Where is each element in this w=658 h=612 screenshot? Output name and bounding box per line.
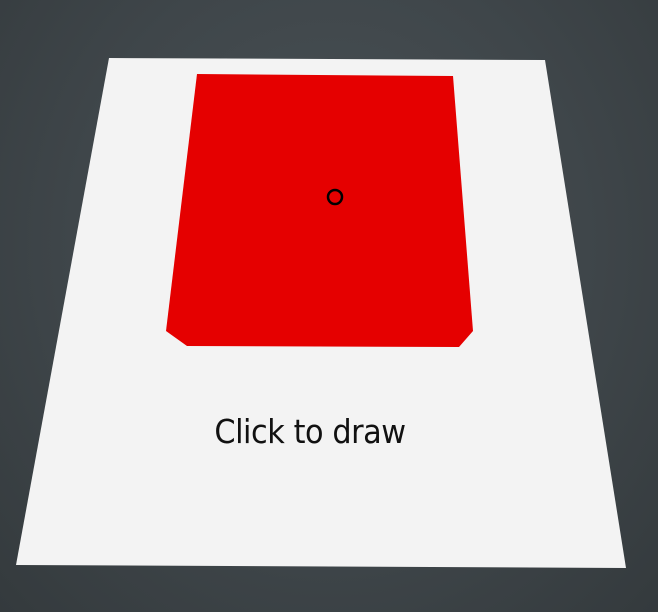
scene-canvas	[16, 58, 626, 568]
drawn-red-shape	[166, 74, 473, 347]
drawing-scene: Click to draw	[0, 0, 658, 612]
